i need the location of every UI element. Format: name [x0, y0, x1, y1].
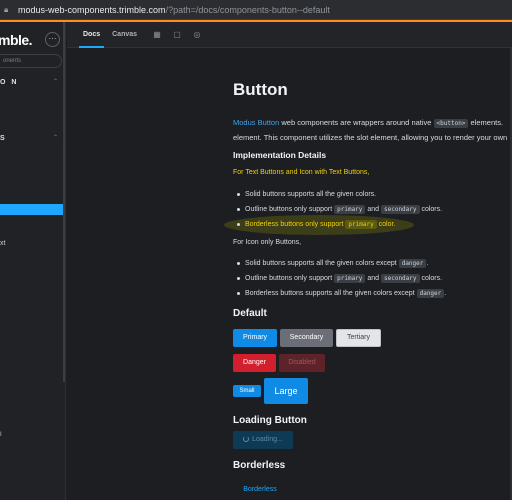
grid-icon[interactable]: ▦	[151, 29, 163, 41]
frame-icon[interactable]: ▢	[171, 29, 183, 41]
intro-text: elements.	[468, 118, 504, 127]
icon-buttons-list: Solid buttons supports all the given col…	[233, 256, 446, 301]
list-text: Outline buttons only support	[245, 206, 335, 213]
sidebar-scrollbar[interactable]	[63, 22, 65, 382]
inline-code: danger	[416, 289, 445, 298]
url-host: modus-web-components.trimble.com	[18, 4, 166, 15]
storybook-toolbar: Docs Canvas ▦ ▢ ◎	[67, 22, 512, 48]
list-text: and	[365, 206, 381, 213]
inline-code: primary	[334, 205, 366, 214]
loading-button: Loading...	[233, 431, 293, 449]
brand-logo: mble.	[0, 32, 33, 48]
list-item: Borderless buttons supports all the give…	[233, 286, 446, 301]
sidebar-section-heading[interactable]: O N	[0, 79, 18, 86]
danger-button[interactable]: Danger	[233, 354, 276, 372]
intro-text: web components are wrappers around nativ…	[279, 118, 434, 127]
list-item-highlighted: Borderless buttons only support primary …	[233, 217, 442, 232]
list-text: colors.	[419, 206, 443, 213]
icon-only-note: For Icon only Buttons,	[233, 239, 302, 246]
list-text: and	[365, 275, 381, 282]
large-button[interactable]: Large	[264, 378, 308, 404]
collapse-icon[interactable]: ⌃	[53, 78, 58, 85]
list-item: Solid buttons supports all the given col…	[233, 187, 442, 202]
primary-button[interactable]: Primary	[233, 329, 277, 347]
spinner-icon	[243, 436, 250, 442]
secondary-button[interactable]: Secondary	[280, 329, 333, 347]
inline-code: secondary	[381, 274, 420, 283]
list-text: color.	[376, 221, 396, 228]
address-bar[interactable]: 🔒︎ modus-web-components.trimble.com /?pa…	[0, 0, 512, 20]
list-text: .	[444, 290, 447, 297]
list-text: Outline buttons only support	[245, 275, 335, 282]
section-heading-default: Default	[233, 308, 267, 319]
intro-text-line2: element. This component utilizes the slo…	[233, 133, 508, 142]
modus-button-link[interactable]: Modus Button	[233, 118, 279, 127]
inline-code: secondary	[381, 205, 420, 214]
section-heading-borderless: Borderless	[233, 460, 286, 471]
list-text: .	[426, 260, 429, 267]
docs-panel: Button Modus Button web components are w…	[67, 48, 512, 500]
list-item: Outline buttons only support primary and…	[233, 202, 442, 217]
target-icon[interactable]: ◎	[191, 29, 203, 41]
tab-docs[interactable]: Docs	[77, 22, 106, 48]
storybook-sidebar: mble. ··· onents O N ⌃ S ⌃ xt I	[0, 22, 66, 500]
small-button[interactable]: Small	[233, 385, 261, 397]
text-buttons-list: Solid buttons supports all the given col…	[233, 187, 442, 232]
text-buttons-note: For Text Buttons and Icon with Text Butt…	[233, 169, 370, 176]
list-text: Solid buttons supports all the given col…	[245, 191, 377, 198]
list-text: colors.	[419, 275, 443, 282]
list-text: Borderless buttons supports all the give…	[245, 290, 417, 297]
intro-paragraph: Modus Button web components are wrappers…	[233, 116, 512, 145]
list-text: Solid buttons supports all the given col…	[245, 260, 399, 267]
list-item: Solid buttons supports all the given col…	[233, 256, 446, 271]
list-item: Outline buttons only support primary and…	[233, 271, 446, 286]
url-path: /?path=/docs/components-button--default	[165, 4, 330, 15]
loading-label: Loading...	[252, 436, 283, 443]
inline-code: primary	[334, 274, 366, 283]
page-title: Button	[233, 80, 288, 99]
inline-code: primary	[345, 220, 377, 229]
sidebar-item[interactable]: xt	[0, 240, 5, 247]
lock-icon: 🔒︎	[4, 4, 9, 14]
more-options-button[interactable]: ···	[45, 32, 60, 47]
list-text: Borderless buttons only support	[245, 221, 346, 228]
inline-code: <button>	[433, 119, 469, 128]
sidebar-item-active[interactable]	[0, 204, 65, 215]
section-heading-implementation: Implementation Details	[233, 150, 327, 160]
sidebar-search-input[interactable]: onents	[0, 54, 62, 68]
collapse-icon[interactable]: ⌃	[53, 134, 58, 141]
tertiary-button[interactable]: Tertiary	[336, 329, 381, 347]
section-heading-loading: Loading Button	[233, 415, 307, 426]
sidebar-section-heading[interactable]: S	[0, 135, 5, 142]
inline-code: danger	[398, 259, 427, 268]
borderless-button[interactable]: Borderless	[233, 481, 287, 499]
sidebar-item[interactable]: I	[0, 432, 2, 438]
tab-canvas[interactable]: Canvas	[106, 22, 143, 48]
disabled-button: Disabled	[279, 354, 325, 372]
